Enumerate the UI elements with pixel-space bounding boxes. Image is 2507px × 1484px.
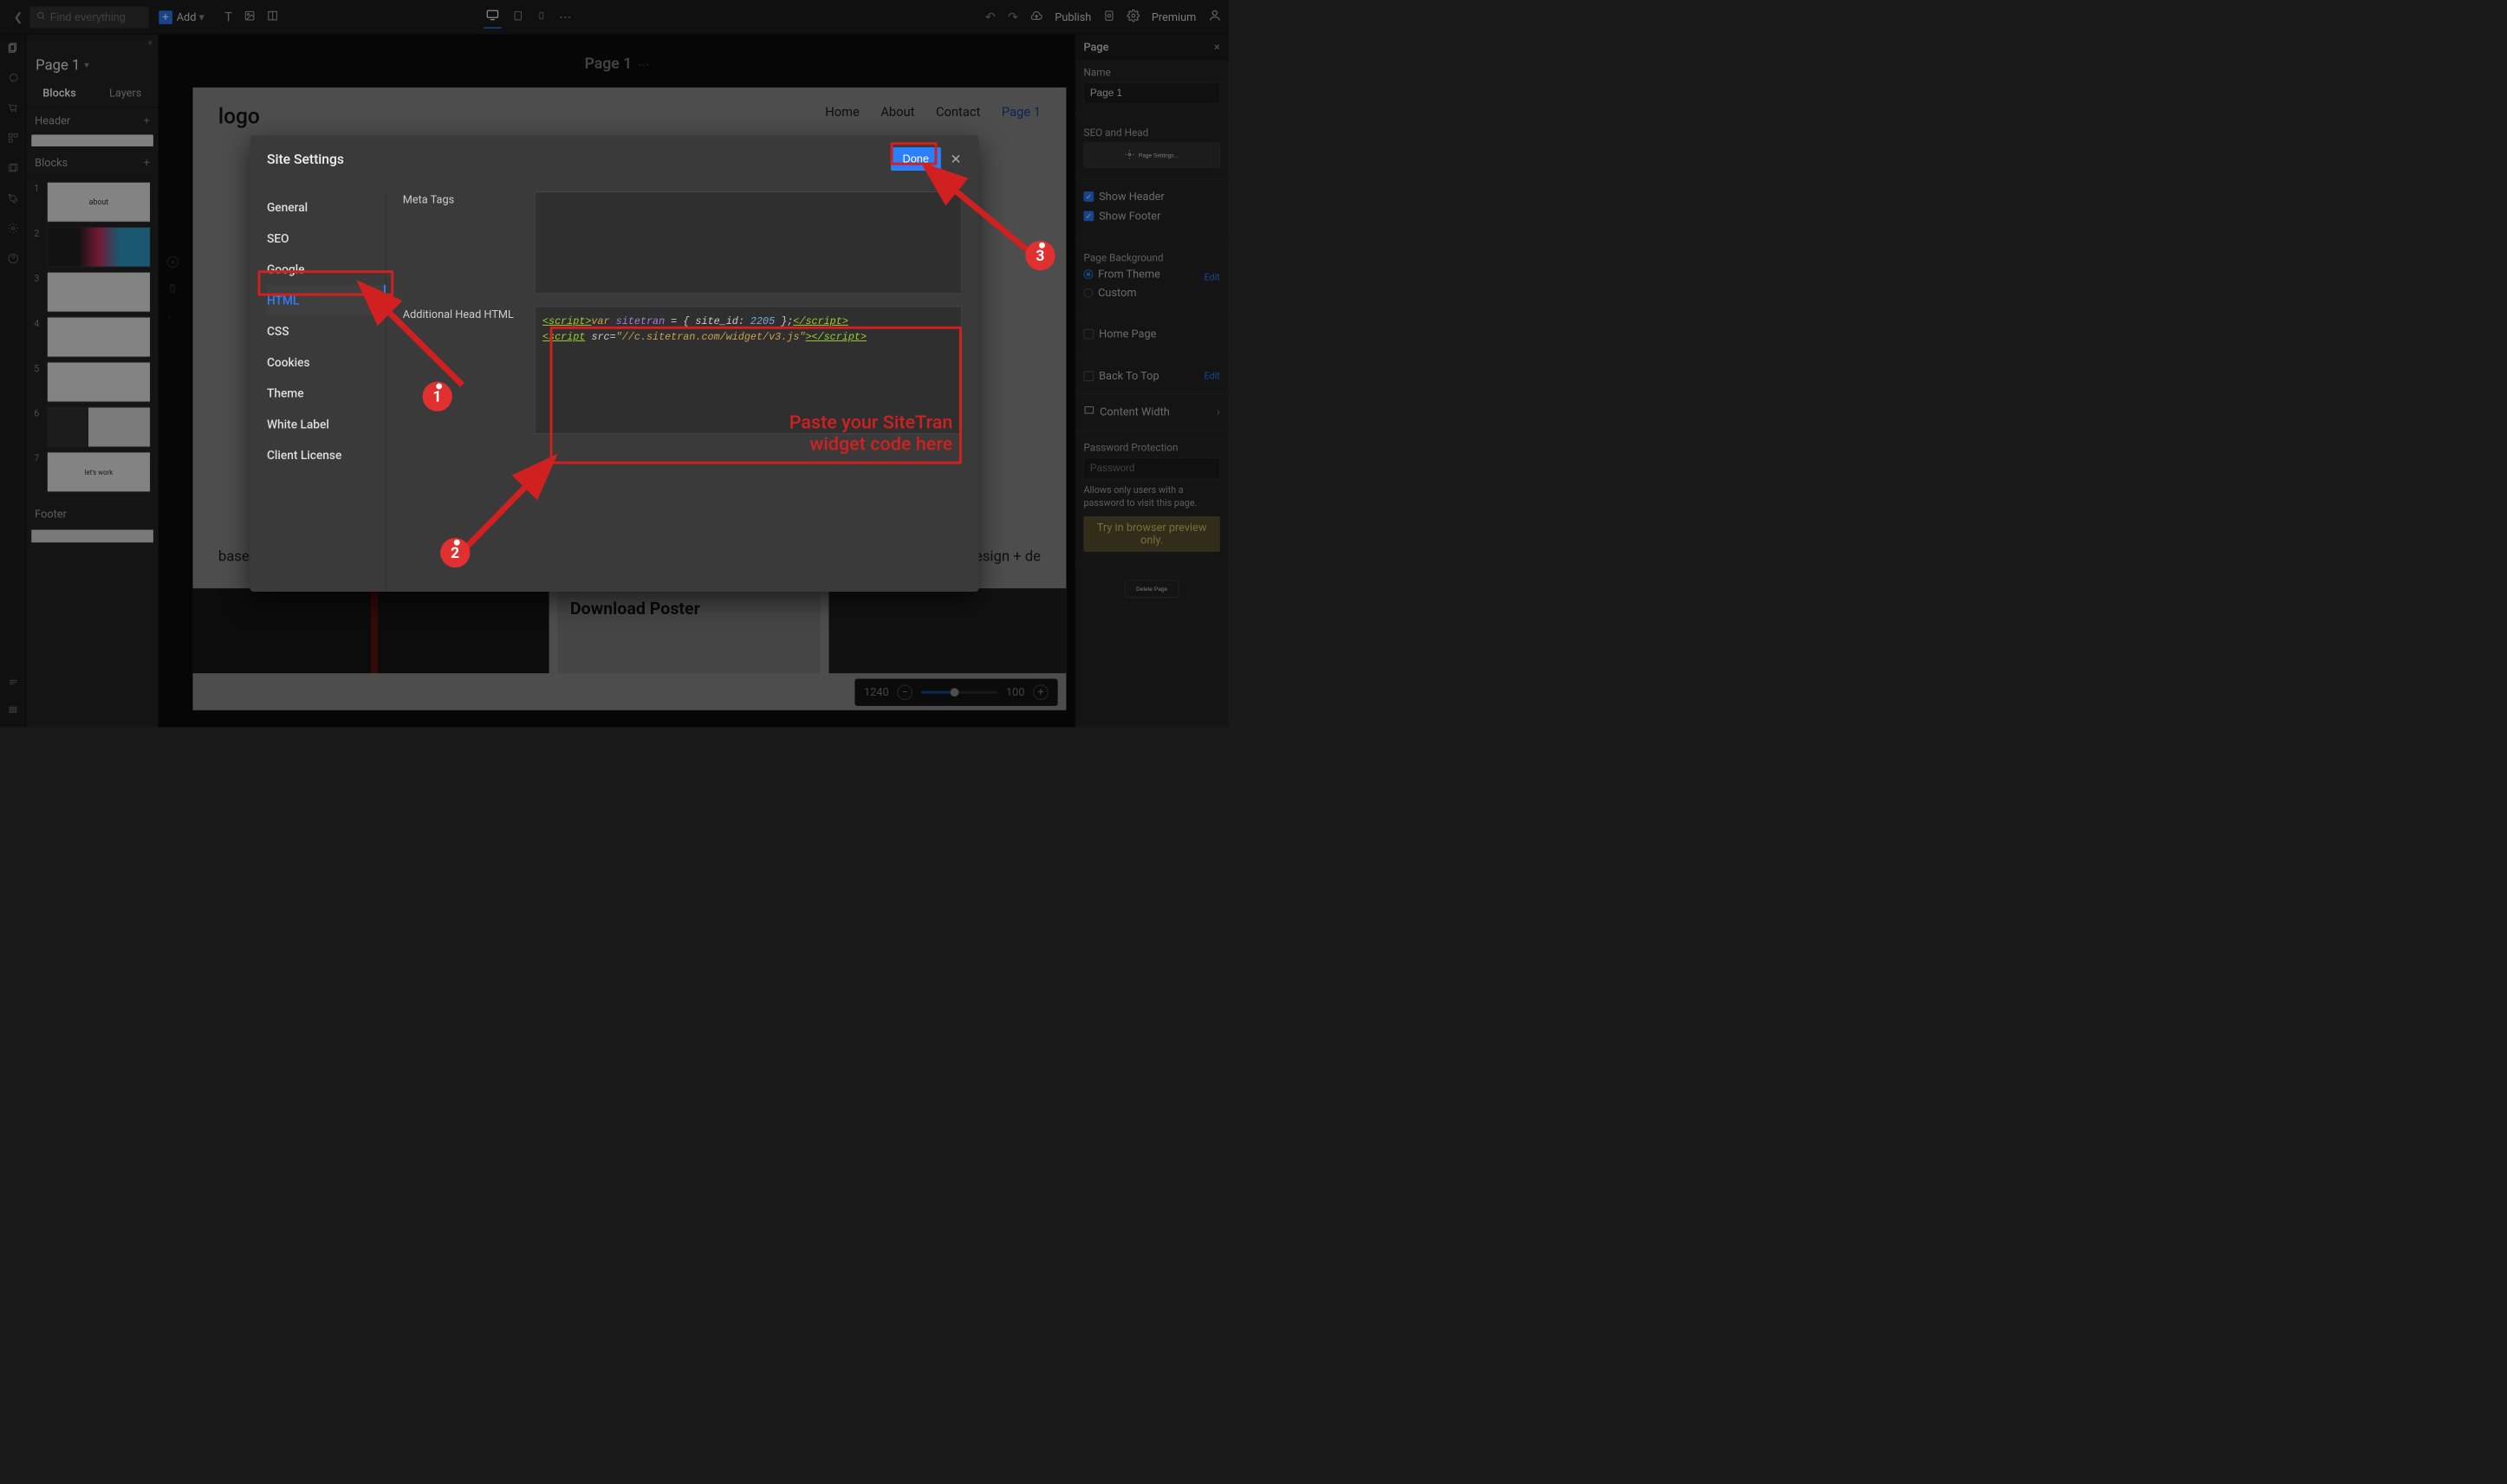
additional-head-textarea[interactable]: <script>var sitetran = { site_id: 2205 }…: [535, 307, 962, 434]
modal-menu-theme[interactable]: Theme: [267, 378, 386, 409]
meta-tags-textarea[interactable]: [535, 191, 962, 294]
modal-content: Meta Tags Additional Head HTML <script>v…: [386, 191, 978, 592]
modal-title: Site Settings: [267, 151, 344, 167]
modal-menu-html[interactable]: HTML: [267, 285, 386, 316]
meta-tags-label: Meta Tags: [403, 191, 535, 294]
annotation-marker-3: 3: [1025, 241, 1055, 270]
modal-sidebar: General SEO Google HTML CSS Cookies Them…: [250, 191, 386, 592]
modal-menu-cookies[interactable]: Cookies: [267, 347, 386, 378]
modal-overlay: Site Settings Done ✕ General SEO Google …: [0, 0, 1229, 727]
site-settings-modal: Site Settings Done ✕ General SEO Google …: [250, 135, 978, 592]
modal-menu-general[interactable]: General: [267, 191, 386, 223]
modal-menu-whitelabel[interactable]: White Label: [267, 409, 386, 440]
modal-menu-license[interactable]: Client License: [267, 440, 386, 471]
additional-head-label: Additional Head HTML: [403, 307, 535, 434]
modal-menu-css[interactable]: CSS: [267, 316, 386, 347]
close-modal-icon[interactable]: ✕: [950, 151, 961, 167]
modal-menu-seo[interactable]: SEO: [267, 223, 386, 254]
modal-menu-google[interactable]: Google: [267, 254, 386, 285]
done-button[interactable]: Done: [891, 147, 941, 171]
